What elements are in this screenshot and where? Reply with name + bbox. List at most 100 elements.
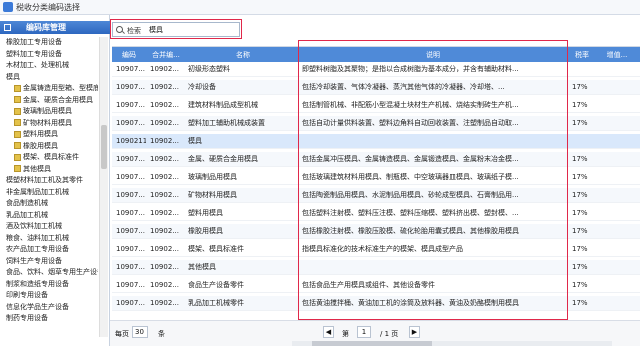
col-merged[interactable]: 合并编... [148,50,184,60]
cell-desc: 包括黄油搅拌桶、黄油加工机的涂筒及放料器、黄油及奶酪模制用模具 [302,299,519,307]
table-row[interactable]: 10907... 10902... 矿物材料用模具 包括陶瓷制品用模具、水泥制品用模具… [112,188,640,203]
table-row[interactable]: 10907... 10902... 食品生产设备零件 包括食品生产用模具或组件、其他设… [112,278,640,293]
col-code[interactable]: 编码 [114,50,144,60]
cell-merged: 10902... [150,191,179,199]
table-hscrollbar-thumb[interactable] [312,341,432,346]
search-label: 检索 [127,27,141,35]
sidebar: 编码库管理 橡胶加工专用设备 塑料加工专用设备 木材加工、处理机械 模具金属铸造用型箱… [0,15,110,346]
cell-code: 10907... [116,119,145,127]
table-row[interactable]: 10907... 10902... 塑料加工辅助机械成装置 包括自动计量供料装置、塑料… [112,116,640,131]
sidebar-item[interactable]: 模架、模具标准件 [14,153,79,162]
cell-name: 塑料用模具 [188,209,223,217]
cell-code: 10907... [116,263,145,271]
cell-code: 1090211 [116,137,146,145]
cell-merged: 10902... [150,209,179,217]
search-input[interactable] [149,25,237,35]
cell-merged: 10902... [150,245,179,253]
sidebar-item[interactable]: 玻璃制品用模具 [14,107,72,116]
sidebar-item[interactable]: 非金属制品加工机械 [6,188,69,197]
window-title: 税收分类编码选择 [16,3,80,12]
cell-name: 其他模具 [188,263,216,271]
next-page-icon[interactable]: ▶ [409,326,420,338]
table-row[interactable]: 10907... 10902... 乳品加工机械零件 包括黄油搅拌桶、黄油加工机的涂筒… [112,296,640,311]
table-row[interactable]: 10907... 10902... 冷却设备 包括冷却装置、气体冷凝器、蒸汽其他气体的… [112,80,640,95]
sidebar-item[interactable]: 制浆和造纸专用设备 [6,280,69,289]
sidebar-item[interactable]: 其他模具 [14,165,51,174]
col-name[interactable]: 名称 [188,50,298,60]
sidebar-item[interactable]: 饲料生产专用设备 [6,257,62,266]
sidebar-item[interactable]: 模塑材料加工机及其零件 [6,176,83,185]
cell-rate: 17% [572,209,588,217]
cell-desc: 包括自动计量供料装置、塑料边角料自动回收装置、注塑制品自动取... [302,119,519,127]
sidebar-item[interactable]: 食品、饮料、烟草专用生产设备 [6,268,98,277]
cell-merged: 10902... [150,83,179,91]
sidebar-item[interactable]: 金属铸造用型箱、型模底 [14,84,98,93]
page-size-select[interactable]: 30 [132,326,148,338]
sidebar-scrollbar-thumb[interactable] [101,125,107,169]
cell-rate: 17% [572,245,588,253]
sidebar-item[interactable]: 模具 [6,73,20,82]
category-tree: 橡胶加工专用设备 塑料加工专用设备 木材加工、处理机械 模具金属铸造用型箱、型模底 金属… [0,38,98,338]
prev-page-icon[interactable]: ◀ [323,326,334,338]
sidebar-item[interactable]: 食品制造机械 [6,199,48,208]
page-total: / 1 页 [380,330,399,338]
table-row[interactable]: 10907... 10902... 模架、模具标准件 指模具标准化的技术标准生产的模架… [112,242,640,257]
table-row[interactable]: 10907... 10902... 塑料用模具 包括塑料注射模、塑料压注模、塑料压缩模… [112,206,640,221]
cell-merged: 10902... [150,119,179,127]
page-size-unit: 条 [158,330,165,338]
table-row[interactable]: 1090211 10902... 模具 [112,134,640,149]
table-row[interactable]: 10907... 10902... 橡胶用模具 包括橡胶注射模、橡胶压胶模、硫化轮胎用… [112,224,640,239]
cell-code: 10907... [116,245,145,253]
cell-name: 塑料加工辅助机械成装置 [188,119,265,127]
col-desc[interactable]: 说明 [302,50,564,60]
sidebar-item[interactable]: 橡胶加工专用设备 [6,38,62,47]
sidebar-item[interactable]: 木材加工、处理机械 [6,61,69,70]
col-rate[interactable]: 税率 [568,50,596,60]
page-input[interactable]: 1 [357,326,371,338]
sidebar-item[interactable]: 酒及饮料加工机械 [6,222,62,231]
sidebar-item[interactable]: 塑料用模具 [14,130,58,139]
cell-code: 10907... [116,65,145,73]
cell-rate: 17% [572,227,588,235]
page-size-label: 每页 [115,330,129,338]
cell-desc: 包括陶瓷制品用模具、水泥制品用模具、砂轮成型模具、石膏制品用... [302,191,519,199]
sidebar-item[interactable]: 橡胶用模具 [14,142,58,151]
cell-code: 10907... [116,155,145,163]
sidebar-item[interactable]: 信息化学品生产设备 [6,303,69,312]
sidebar-item[interactable]: 乳品加工机械 [6,211,48,220]
pagination-bar: 每页 30 条 ◀ 第 1 / 1 页 ▶ [110,320,640,346]
cell-name: 乳品加工机械零件 [188,299,244,307]
sidebar-item[interactable]: 农产品加工专用设备 [6,245,69,254]
table-row[interactable]: 10907... 10902... 建筑材料制品成型机械 包括制管机械、非配筋小型混凝… [112,98,640,113]
search-icon [116,26,123,33]
cell-desc: 包括制管机械、非配筋小型混凝土块材生产机械、烧结实制砖生产机... [302,101,519,109]
table-row[interactable]: 10907... 10902... 初级形态塑料 即塑料树脂及其聚物；是指以合成树脂为… [112,62,640,77]
cell-merged: 10902... [150,263,179,271]
cell-rate: 17% [572,83,588,91]
table-row[interactable]: 10907... 10902... 其他模具 17% [112,260,640,275]
folder-icon [4,24,11,31]
cell-code: 10907... [116,191,145,199]
table-row[interactable]: 10907... 10902... 玻璃制品用模具 包括玻璃建筑材料用模具、制瓶模、中… [112,170,640,185]
col-vat[interactable]: 增值... [600,50,634,60]
cell-code: 10907... [116,227,145,235]
sidebar-scrollbar[interactable] [99,37,108,337]
sidebar-title: 编码库管理 [26,23,66,32]
table-row[interactable]: 10907... 10902... 金属、硬质合金用模具 包括金属冲压模具、金属铸造模… [112,152,640,167]
cell-name: 玻璃制品用模具 [188,173,237,181]
sidebar-item[interactable]: 金属、硬质合金用模具 [14,96,93,105]
cell-desc: 包括塑料注射模、塑料压注模、塑料压缩模、塑料挤出模、塑封模、... [302,209,519,217]
sidebar-item[interactable]: 制药专用设备 [6,314,48,323]
cell-desc: 包括金属冲压模具、金属铸造模具、金属锻造模具、金属粉末冶金模... [302,155,519,163]
sidebar-item[interactable]: 矿物材料用模具 [14,119,72,128]
cell-name: 建筑材料制品成型机械 [188,101,258,109]
cell-name: 模架、模具标准件 [188,245,244,253]
cell-name: 矿物材料用模具 [188,191,237,199]
sidebar-item[interactable]: 印刷专用设备 [6,291,48,300]
results-table: 编码 合并编... 名称 说明 税率 增值... 10907... 10902..… [112,46,640,320]
cell-merged: 10902... [150,101,179,109]
sidebar-item[interactable]: 塑料加工专用设备 [6,50,62,59]
table-hscrollbar[interactable] [292,341,612,346]
cell-name: 橡胶用模具 [188,227,223,235]
sidebar-item[interactable]: 粮食、油料加工机械 [6,234,69,243]
